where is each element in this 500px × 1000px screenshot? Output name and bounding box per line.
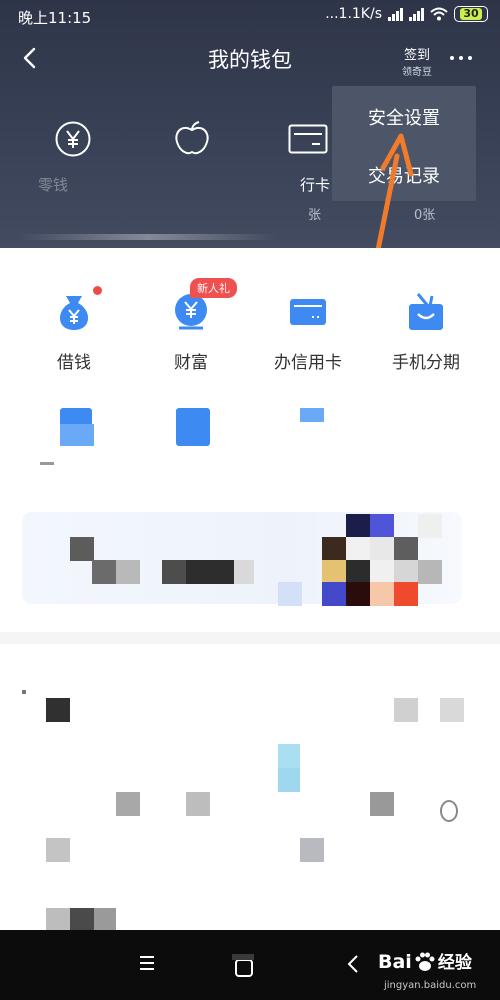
pixelated-text (40, 462, 54, 465)
pixel-block (46, 838, 70, 862)
pixel-block (322, 537, 346, 561)
yuan-circle-icon[interactable] (54, 120, 92, 158)
service-borrow[interactable]: 借钱 (14, 286, 134, 373)
title-bar: 我的钱包 签到 领奇豆 (0, 36, 500, 82)
menu-icon[interactable] (138, 954, 156, 972)
blurred-divider (18, 234, 278, 240)
pixel-block (278, 744, 300, 768)
pixel-block (116, 792, 140, 816)
baidu-jingyan-watermark: Bai 经验 (378, 948, 472, 973)
pixel-block (370, 514, 394, 538)
pixel-block (186, 792, 210, 816)
service-label: 手机分期 (392, 353, 460, 373)
money-bag-icon (52, 286, 102, 334)
wallet-stat-label-change: 零钱 (38, 176, 69, 194)
credit-card-icon (286, 290, 330, 334)
pixel-block (418, 514, 442, 538)
pixel-block (394, 582, 418, 606)
wallet-stat-label-bankcard: 行卡 (300, 176, 331, 194)
pixel-block (346, 582, 370, 606)
pixel-block (94, 908, 116, 930)
paw-icon (415, 952, 435, 971)
service-wealth[interactable]: 财富 (131, 290, 251, 373)
section-divider (0, 632, 500, 644)
pixel-block (234, 560, 254, 584)
watermark-suffix: 经验 (437, 953, 472, 973)
status-indicators: ...1.1K/s 30 (325, 6, 488, 22)
pixelated-icon-part (60, 424, 94, 446)
pixel-block (370, 582, 394, 606)
pixel-block (370, 560, 394, 584)
checkin-sublabel: 领奇豆 (402, 67, 432, 78)
pixel-block (440, 698, 464, 722)
pixel-block (46, 908, 70, 930)
pixel-block (394, 698, 418, 722)
wifi-icon (430, 7, 448, 21)
services-grid: 借钱 财富 新人礼 办信用卡 手机分期 (0, 248, 500, 498)
pixel-block (116, 560, 140, 584)
pixel-block (394, 537, 418, 561)
pixel-block (46, 698, 70, 722)
pixel-block (92, 560, 116, 584)
pixel-block (70, 537, 94, 561)
watermark-site: jingyan.baidu.com (384, 980, 477, 991)
signal-icon-2 (409, 7, 424, 21)
pixel-block (186, 560, 234, 584)
pixel-block (346, 514, 370, 538)
network-speed: ...1.1K/s (325, 6, 382, 22)
new-user-gift-badge: 新人礼 (190, 278, 237, 298)
pixel-block (162, 560, 186, 584)
pixel-block (300, 838, 324, 862)
pixel-block (346, 560, 370, 584)
pixel-block (278, 768, 300, 792)
pixel-block (370, 537, 394, 561)
pixelated-icon (300, 408, 324, 422)
signal-icon (388, 7, 403, 21)
pixel-block (346, 537, 370, 561)
checkin-button[interactable]: 签到 领奇豆 (395, 44, 439, 78)
new-badge-dot (93, 286, 102, 295)
more-menu-icon[interactable] (450, 56, 472, 60)
pixel-block (394, 560, 418, 584)
pixel-block (322, 560, 346, 584)
service-label: 借钱 (57, 353, 91, 373)
shopping-bag-icon (404, 290, 448, 334)
checkin-label: 签到 (403, 48, 430, 63)
battery-icon: 30 (454, 6, 488, 22)
service-credit-card[interactable]: 办信用卡 (248, 290, 368, 373)
watermark-brand: Bai (378, 951, 412, 973)
service-phone-installment[interactable]: 手机分期 (366, 290, 486, 373)
pixel-block (70, 908, 94, 930)
menu-item-security-settings[interactable]: 安全设置 (332, 104, 476, 130)
status-bar: 晚上11:15 ...1.1K/s 30 (0, 0, 500, 34)
wallet-stat-sub-4: 0张 (414, 208, 436, 223)
home-icon[interactable] (232, 954, 258, 980)
service-label: 办信用卡 (274, 353, 342, 373)
pixel-block (418, 560, 442, 584)
pixel-block (322, 582, 346, 606)
service-label: 财富 (174, 353, 208, 373)
status-time: 晚上11:15 (18, 9, 92, 27)
pixel-block (370, 792, 394, 816)
back-icon[interactable] (346, 954, 360, 974)
wallet-stat-sub-bankcard: 张 (308, 208, 322, 223)
bank-card-icon[interactable] (288, 124, 328, 154)
apple-icon[interactable] (172, 120, 212, 158)
pixelated-icon (176, 408, 210, 446)
pixel-block (278, 582, 302, 606)
pixel-block (440, 800, 458, 822)
pixel-block (22, 690, 26, 694)
